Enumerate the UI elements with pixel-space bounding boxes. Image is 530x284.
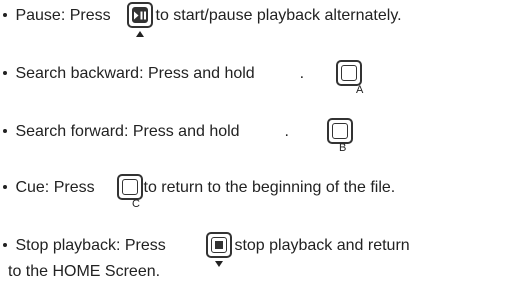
button-b[interactable] xyxy=(327,118,353,144)
button-b-label: B xyxy=(339,142,347,154)
bullet-icon xyxy=(3,128,7,133)
up-arrow-icon xyxy=(136,31,144,37)
stop-playback-text: Stop playback: Press xyxy=(15,237,166,254)
search-backward-text: Search backward: Press and hold xyxy=(15,65,255,82)
play-pause-icon xyxy=(132,7,148,23)
stop-playback-continuation: to the HOME Screen. xyxy=(8,263,161,280)
bullet-icon xyxy=(3,12,7,17)
button-c[interactable] xyxy=(117,174,143,200)
button-a-label: A xyxy=(356,84,364,96)
bullet-icon xyxy=(3,242,7,247)
button-a[interactable] xyxy=(336,60,362,86)
down-arrow-icon xyxy=(215,261,223,267)
play-pause-button[interactable] xyxy=(127,2,153,28)
stop-icon xyxy=(211,237,227,253)
search-backward-period: . xyxy=(299,65,305,82)
cue-text-after: to return to the beginning of the file. xyxy=(143,179,396,196)
list-item-stop-playback: Stop playback: Press to stop playback an… xyxy=(0,236,410,256)
pause-text: Pause: Press xyxy=(15,7,111,24)
search-forward-period: . xyxy=(284,123,289,140)
cue-text: Cue: Press xyxy=(15,179,95,196)
list-item-cue: Cue: Press to return to the beginning of… xyxy=(0,178,395,198)
pause-text-after: to start/pause playback alternately. xyxy=(155,7,402,24)
list-item-search-forward: Search forward: Press and hold . xyxy=(0,122,289,142)
button-c-label: C xyxy=(132,198,140,210)
search-forward-text: Search forward: Press and hold xyxy=(15,123,240,140)
bullet-icon xyxy=(3,70,7,75)
stop-playback-text-after: to stop playback and return xyxy=(216,237,410,254)
list-item-search-backward: Search backward: Press and hold . xyxy=(0,64,304,84)
list-item-pause: Pause: Press to start/pause playback alt… xyxy=(0,6,402,26)
stop-button[interactable] xyxy=(206,232,232,258)
bullet-icon xyxy=(3,184,7,189)
